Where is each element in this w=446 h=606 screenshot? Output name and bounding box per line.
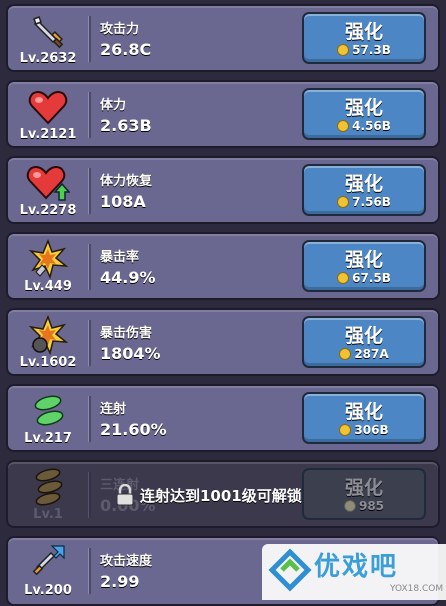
coin-icon	[337, 196, 350, 208]
upgrade-row-multishot: Lv.217 连射 21.60% 强化 306B	[6, 384, 440, 452]
upgrade-button-label: 强化	[344, 21, 383, 43]
upgrade-row-hp-regen: Lv.2278 体力恢复 108A 强化 7.56B	[6, 156, 440, 224]
divider	[88, 320, 91, 366]
upgrade-button-label: 强化	[344, 97, 383, 119]
coin-icon	[337, 120, 350, 132]
upgrade-row-triple-shot: Lv.1 三连射 0.00% 强化 985 连射达到1001级可解锁	[6, 460, 440, 528]
level-label: Lv.217	[24, 431, 72, 446]
upgrade-row-crit-rate: Lv.449 暴击率 44.9% 强化 67.5B	[6, 232, 440, 300]
level-label: Lv.1602	[19, 355, 77, 370]
cost-value: 287A	[354, 347, 389, 361]
stat-name: 体力	[100, 98, 127, 113]
stat-value: 1804%	[100, 344, 161, 363]
divider	[88, 16, 91, 62]
upgrade-button[interactable]: 强化 57.3B	[302, 12, 426, 64]
upgrade-button[interactable]: 强化 306B	[302, 392, 426, 444]
cost-value: 7.56B	[352, 195, 391, 209]
divider	[88, 244, 91, 290]
upgrade-cost: 67.5B	[304, 271, 424, 285]
crit-rate-icon	[16, 239, 80, 279]
level-label: Lv.1	[33, 507, 63, 522]
upgrade-button[interactable]: 强化 4.56B	[302, 88, 426, 140]
coin-icon	[339, 348, 352, 360]
upgrade-cost: 4.56B	[304, 119, 424, 133]
upgrade-row-attack: Lv.2632 攻击力 26.8C 强化 57.3B	[6, 4, 440, 72]
stat-value: 44.9%	[100, 268, 156, 287]
watermark-name: 优戏吧	[314, 552, 399, 582]
level-label: Lv.449	[24, 279, 72, 294]
upgrade-row-crit-damage: Lv.1602 暴击伤害 1804% 强化 287A	[6, 308, 440, 376]
lock-message: 连射达到1001级可解锁	[116, 480, 302, 510]
heart-regen-icon	[16, 164, 80, 202]
coin-icon	[337, 44, 350, 56]
stat-value: 21.60%	[100, 420, 167, 439]
stat-name: 暴击伤害	[100, 326, 153, 341]
level-label: Lv.2121	[19, 127, 77, 142]
upgrade-cost: 985	[304, 499, 424, 513]
upgrade-button-label: 强化	[344, 173, 383, 195]
coin-icon	[337, 272, 350, 284]
divider	[88, 92, 91, 138]
watermark-logo-icon	[268, 548, 312, 592]
cost-value: 306B	[354, 423, 389, 437]
upgrade-cost: 287A	[304, 347, 424, 361]
level-label: Lv.2278	[19, 203, 77, 218]
lock-icon	[116, 484, 134, 506]
divider	[88, 396, 91, 442]
stat-value: 2.63B	[100, 116, 152, 135]
cost-value: 67.5B	[352, 271, 391, 285]
cost-value: 985	[358, 499, 385, 513]
divider	[88, 168, 91, 214]
stat-value: 26.8C	[100, 40, 152, 59]
level-label: Lv.200	[24, 583, 72, 598]
watermark-url: YOX18.COM	[390, 584, 444, 594]
divider	[88, 472, 91, 518]
stat-name: 暴击率	[100, 250, 140, 265]
watermark: 优戏吧 YOX18.COM	[262, 544, 446, 600]
stat-name: 攻击速度	[100, 554, 153, 569]
cost-value: 4.56B	[352, 119, 391, 133]
stat-name: 攻击力	[100, 22, 140, 37]
triple-shot-icon	[16, 468, 80, 506]
upgrade-button-label: 强化	[344, 401, 383, 423]
stat-value: 2.99	[100, 572, 140, 591]
level-label: Lv.2632	[19, 51, 77, 66]
upgrade-button-label: 强化	[344, 325, 383, 347]
sword-icon	[16, 12, 80, 50]
coin-icon	[343, 500, 356, 512]
stat-name: 连射	[100, 402, 127, 417]
heart-icon	[16, 88, 80, 126]
upgrade-button[interactable]: 强化 7.56B	[302, 164, 426, 216]
upgrade-button[interactable]: 强化 287A	[302, 316, 426, 368]
upgrade-button[interactable]: 强化 67.5B	[302, 240, 426, 292]
upgrade-cost: 306B	[304, 423, 424, 437]
upgrade-cost: 57.3B	[304, 43, 424, 57]
stat-name: 体力恢复	[100, 174, 153, 189]
coin-icon	[339, 424, 352, 436]
lock-message-text: 连射达到1001级可解锁	[140, 486, 302, 505]
multishot-icon	[16, 392, 80, 430]
divider	[88, 548, 91, 594]
upgrade-button[interactable]: 强化 985	[302, 468, 426, 520]
stat-value: 108A	[100, 192, 146, 211]
upgrade-button-label: 强化	[344, 249, 383, 271]
upgrade-button-label: 强化	[344, 477, 383, 499]
attack-speed-icon	[16, 544, 80, 582]
crit-damage-icon	[16, 315, 80, 355]
upgrade-row-hp: Lv.2121 体力 2.63B 强化 4.56B	[6, 80, 440, 148]
cost-value: 57.3B	[352, 43, 391, 57]
upgrade-cost: 7.56B	[304, 195, 424, 209]
